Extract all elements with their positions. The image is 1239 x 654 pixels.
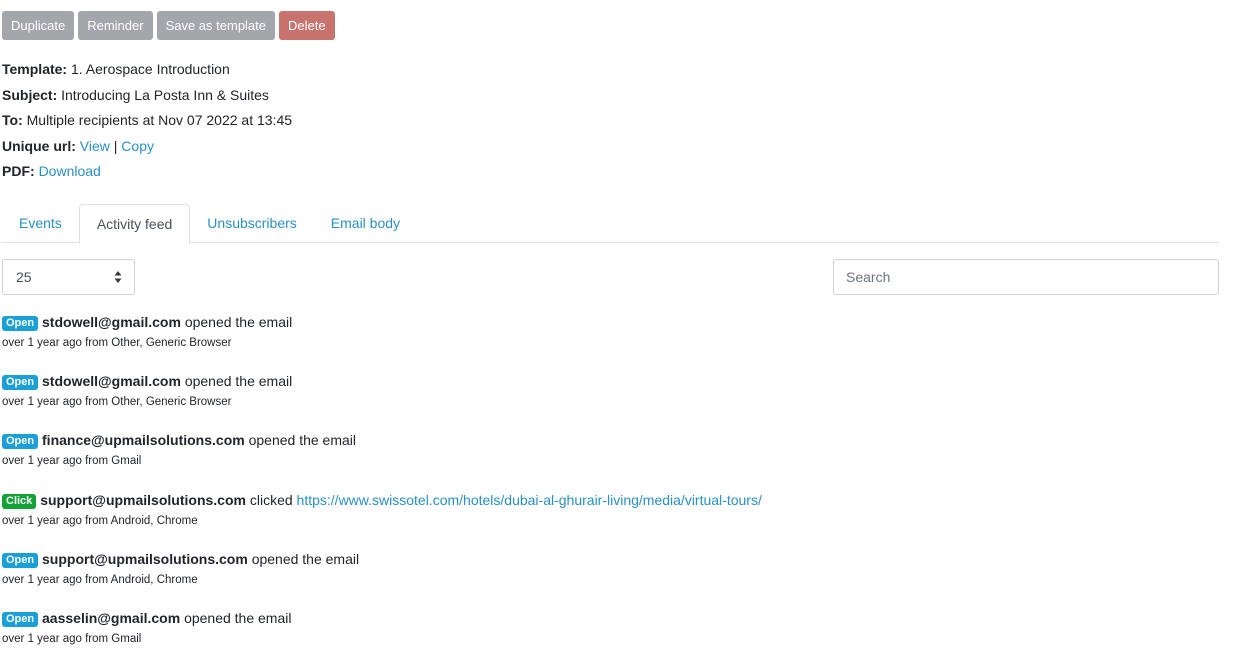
feed-email: support@upmailsolutions.com [42,550,248,567]
tab-activity-feed[interactable]: Activity feed [78,204,191,244]
feed-action: clicked [249,491,293,508]
duplicate-button[interactable]: Duplicate [2,11,75,40]
search-input[interactable] [833,259,1219,295]
open-badge: Open [2,552,39,568]
feed-action: opened the email [184,314,293,330]
clicked-url-link[interactable]: https://www.swissotel.com/hotels/dubai-a… [297,492,762,508]
subject-label: Subject: [2,86,58,103]
feed-email: stdowell@gmail.com [42,314,181,330]
tab-bar: Events Activity feed Unsubscribers Email… [2,204,1219,244]
page-size-value: 25 [16,269,32,285]
feed-meta: over 1 year ago from Other, Generic Brow… [2,396,232,409]
to-row: To: Multiple recipients at Nov 07 2022 a… [2,108,292,134]
open-badge: Open [2,611,39,627]
copy-link[interactable]: Copy [121,138,154,154]
tab-email-body[interactable]: Email body [314,204,417,243]
select-arrows-icon [114,271,122,283]
to-value: Multiple recipients at Nov 07 2022 at 13… [26,112,293,128]
delete-button[interactable]: Delete [279,11,335,40]
open-badge: Open [2,375,39,391]
feed-email: finance@upmailsolutions.com [42,432,245,449]
campaign-detail-page: Duplicate Reminder Save as template Dele… [0,0,1239,654]
feed-meta: over 1 year ago from Gmail [2,632,142,645]
activity-feed: Open stdowell@gmail.com opened the email… [2,313,1219,654]
view-link[interactable]: View [80,138,110,154]
to-label: To: [2,112,23,128]
feed-action: opened the email [184,609,292,626]
feed-item: Click support@upmailsolutions.com clicke… [2,491,1219,550]
download-link[interactable]: Download [39,163,101,179]
open-badge: Open [2,434,39,450]
pdf-label: PDF: [2,163,35,179]
click-badge: Click [2,493,37,509]
unique-url-label: Unique url: [2,137,76,154]
feed-item: Open stdowell@gmail.com opened the email… [2,372,1219,431]
tab-unsubscribers[interactable]: Unsubscribers [190,204,313,243]
campaign-info: Template: 1. Aerospace Introduction Subj… [2,57,292,185]
feed-action: opened the email [184,373,293,390]
pdf-row: PDF: Download [2,159,292,185]
feed-email: aasselin@gmail.com [42,609,181,626]
feed-item: Open support@upmailsolutions.com opened … [2,550,1219,609]
subject-row: Subject: Introducing La Posta Inn & Suit… [2,83,292,109]
feed-item: Open finance@upmailsolutions.com opened … [2,431,1219,490]
tab-events[interactable]: Events [2,204,79,243]
feed-email: stdowell@gmail.com [42,373,181,390]
open-badge: Open [2,316,39,331]
url-separator: | [113,137,118,154]
subject-value: Introducing La Posta Inn & Suites [61,86,269,103]
reminder-button[interactable]: Reminder [78,11,153,40]
feed-meta: over 1 year ago from Other, Generic Brow… [2,337,232,349]
action-toolbar: Duplicate Reminder Save as template Dele… [2,11,335,40]
feed-action: opened the email [248,432,357,449]
feed-meta: over 1 year ago from Gmail [2,455,142,468]
save-as-template-button[interactable]: Save as template [156,11,276,40]
feed-meta: over 1 year ago from Android, Chrome [2,573,198,586]
page-size-select[interactable]: 25 [2,259,135,295]
feed-item: Open aasselin@gmail.com opened the email… [2,609,1219,654]
template-label: Template: [2,61,68,77]
feed-action: opened the email [251,550,360,567]
template-value: 1. Aerospace Introduction [70,61,230,77]
unique-url-row: Unique url: View | Copy [2,134,292,160]
template-row: Template: 1. Aerospace Introduction [2,57,292,83]
feed-email: support@upmailsolutions.com [40,491,246,508]
feed-meta: over 1 year ago from Android, Chrome [2,514,198,527]
feed-item: Open stdowell@gmail.com opened the email… [2,313,1219,372]
